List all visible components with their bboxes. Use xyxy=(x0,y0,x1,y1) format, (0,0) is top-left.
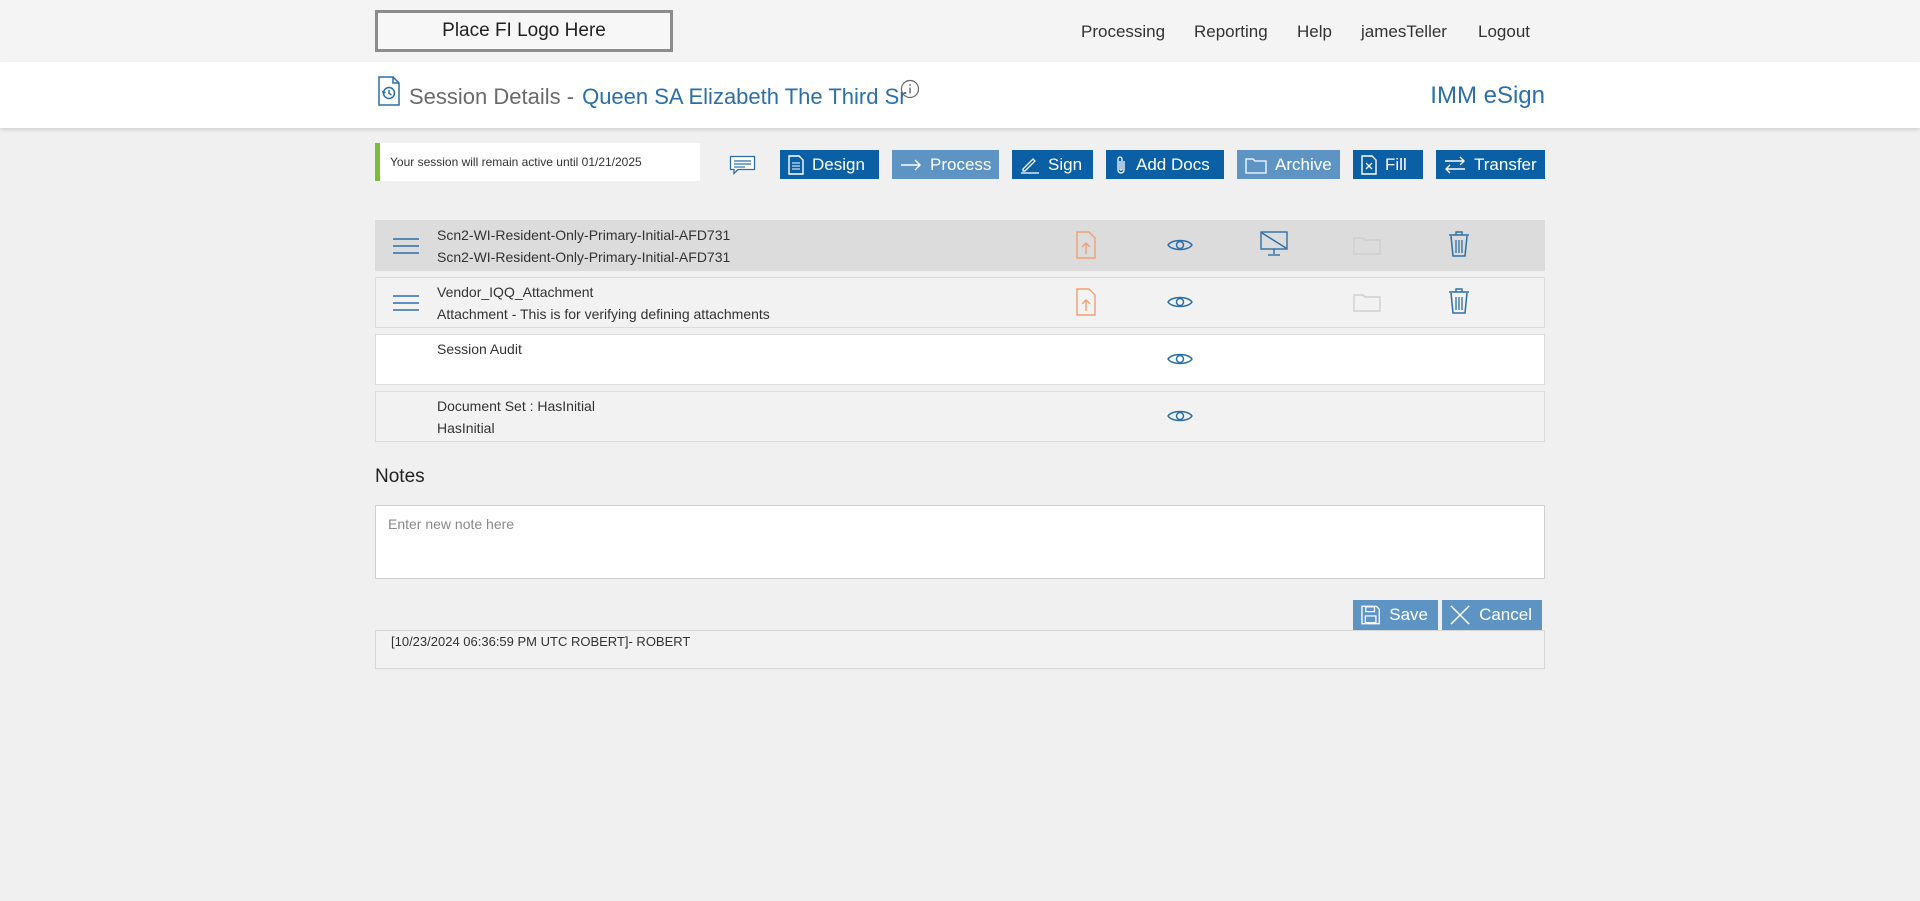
info-icon[interactable] xyxy=(900,79,920,99)
sign-button[interactable]: Sign xyxy=(1012,150,1093,179)
top-bar xyxy=(0,0,1920,62)
new-note-input[interactable] xyxy=(375,505,1545,579)
transfer-arrows-icon xyxy=(1445,156,1465,173)
notes-title: Notes xyxy=(375,466,425,487)
add-docs-label: Add Docs xyxy=(1136,154,1210,174)
document-name: Document Set : HasInitial xyxy=(437,398,595,414)
sign-label: Sign xyxy=(1048,154,1083,174)
upload-document-icon[interactable] xyxy=(1076,231,1096,259)
drag-handle-icon[interactable] xyxy=(392,294,420,312)
fill-form-icon xyxy=(1361,154,1377,175)
transfer-button[interactable]: Transfer xyxy=(1436,150,1545,179)
view-eye-icon[interactable] xyxy=(1167,294,1193,310)
cancel-label: Cancel xyxy=(1479,605,1532,624)
delete-trash-icon[interactable] xyxy=(1448,288,1470,314)
view-eye-icon[interactable] xyxy=(1167,237,1193,253)
process-label: Process xyxy=(930,154,992,174)
archive-button[interactable]: Archive xyxy=(1237,150,1340,179)
add-docs-button[interactable]: Add Docs xyxy=(1106,150,1224,179)
nav-reporting[interactable]: Reporting xyxy=(1194,22,1268,42)
brand-name: IMM eSign xyxy=(1430,82,1545,109)
document-description: Scn2-WI-Resident-Only-Primary-Initial-AF… xyxy=(437,249,731,265)
note-entry-text: [10/23/2024 06:36:59 PM UTC ROBERT]- ROB… xyxy=(391,634,691,649)
message-icon[interactable] xyxy=(729,155,756,175)
transfer-label: Transfer xyxy=(1474,154,1537,174)
drag-handle-icon[interactable] xyxy=(392,237,420,255)
page-header xyxy=(0,62,1920,128)
save-note-button[interactable]: Save xyxy=(1353,600,1438,630)
archive-label: Archive xyxy=(1275,154,1332,174)
document-row[interactable]: Vendor_IQQ_Attachment Attachment - This … xyxy=(375,277,1545,328)
document-row[interactable]: Document Set : HasInitial HasInitial xyxy=(375,391,1545,442)
session-active-notice: Your session will remain active until 01… xyxy=(375,143,700,181)
logo-placeholder: Place FI Logo Here xyxy=(375,10,673,52)
process-button[interactable]: Process xyxy=(892,150,999,179)
view-eye-icon[interactable] xyxy=(1167,351,1193,367)
folder-disabled-icon xyxy=(1353,237,1381,255)
document-name: Vendor_IQQ_Attachment xyxy=(437,284,594,300)
document-row[interactable]: Session Audit xyxy=(375,334,1545,385)
nav-logout[interactable]: Logout xyxy=(1478,22,1530,42)
nav-help[interactable]: Help xyxy=(1297,22,1332,42)
fill-label: Fill xyxy=(1385,154,1407,174)
cancel-note-button[interactable]: Cancel xyxy=(1442,600,1542,630)
session-active-text: Your session will remain active until 01… xyxy=(390,155,642,169)
design-label: Design xyxy=(812,154,865,174)
nav-processing[interactable]: Processing xyxy=(1081,22,1165,42)
note-entry: [10/23/2024 06:36:59 PM UTC ROBERT]- ROB… xyxy=(375,630,1545,669)
save-label: Save xyxy=(1389,605,1428,624)
document-name: Scn2-WI-Resident-Only-Primary-Initial-AF… xyxy=(437,227,731,243)
folder-disabled-icon xyxy=(1353,294,1381,312)
close-icon xyxy=(1450,605,1470,625)
paperclip-icon xyxy=(1117,155,1125,174)
folder-icon xyxy=(1245,157,1267,174)
design-button[interactable]: Design xyxy=(780,150,879,179)
session-name: Queen SA Elizabeth The Third Sr xyxy=(582,84,907,109)
pen-icon xyxy=(1021,157,1039,174)
upload-document-icon[interactable] xyxy=(1076,288,1096,316)
document-description: Attachment - This is for verifying defin… xyxy=(437,306,770,322)
no-display-icon[interactable] xyxy=(1260,231,1288,257)
arrow-right-icon xyxy=(901,159,921,170)
document-name: Session Audit xyxy=(437,341,522,357)
page-title: Session Details - Queen SA Elizabeth The … xyxy=(409,84,907,110)
document-description: HasInitial xyxy=(437,420,495,436)
delete-trash-icon[interactable] xyxy=(1448,231,1470,257)
document-row[interactable]: Scn2-WI-Resident-Only-Primary-Initial-AF… xyxy=(375,220,1545,271)
fill-button[interactable]: Fill xyxy=(1353,150,1423,179)
session-history-icon xyxy=(378,76,400,106)
design-icon xyxy=(788,154,804,175)
save-disk-icon xyxy=(1361,605,1380,625)
view-eye-icon[interactable] xyxy=(1167,408,1193,424)
nav-user[interactable]: jamesTeller xyxy=(1361,22,1447,42)
page-title-prefix: Session Details - xyxy=(409,84,575,109)
